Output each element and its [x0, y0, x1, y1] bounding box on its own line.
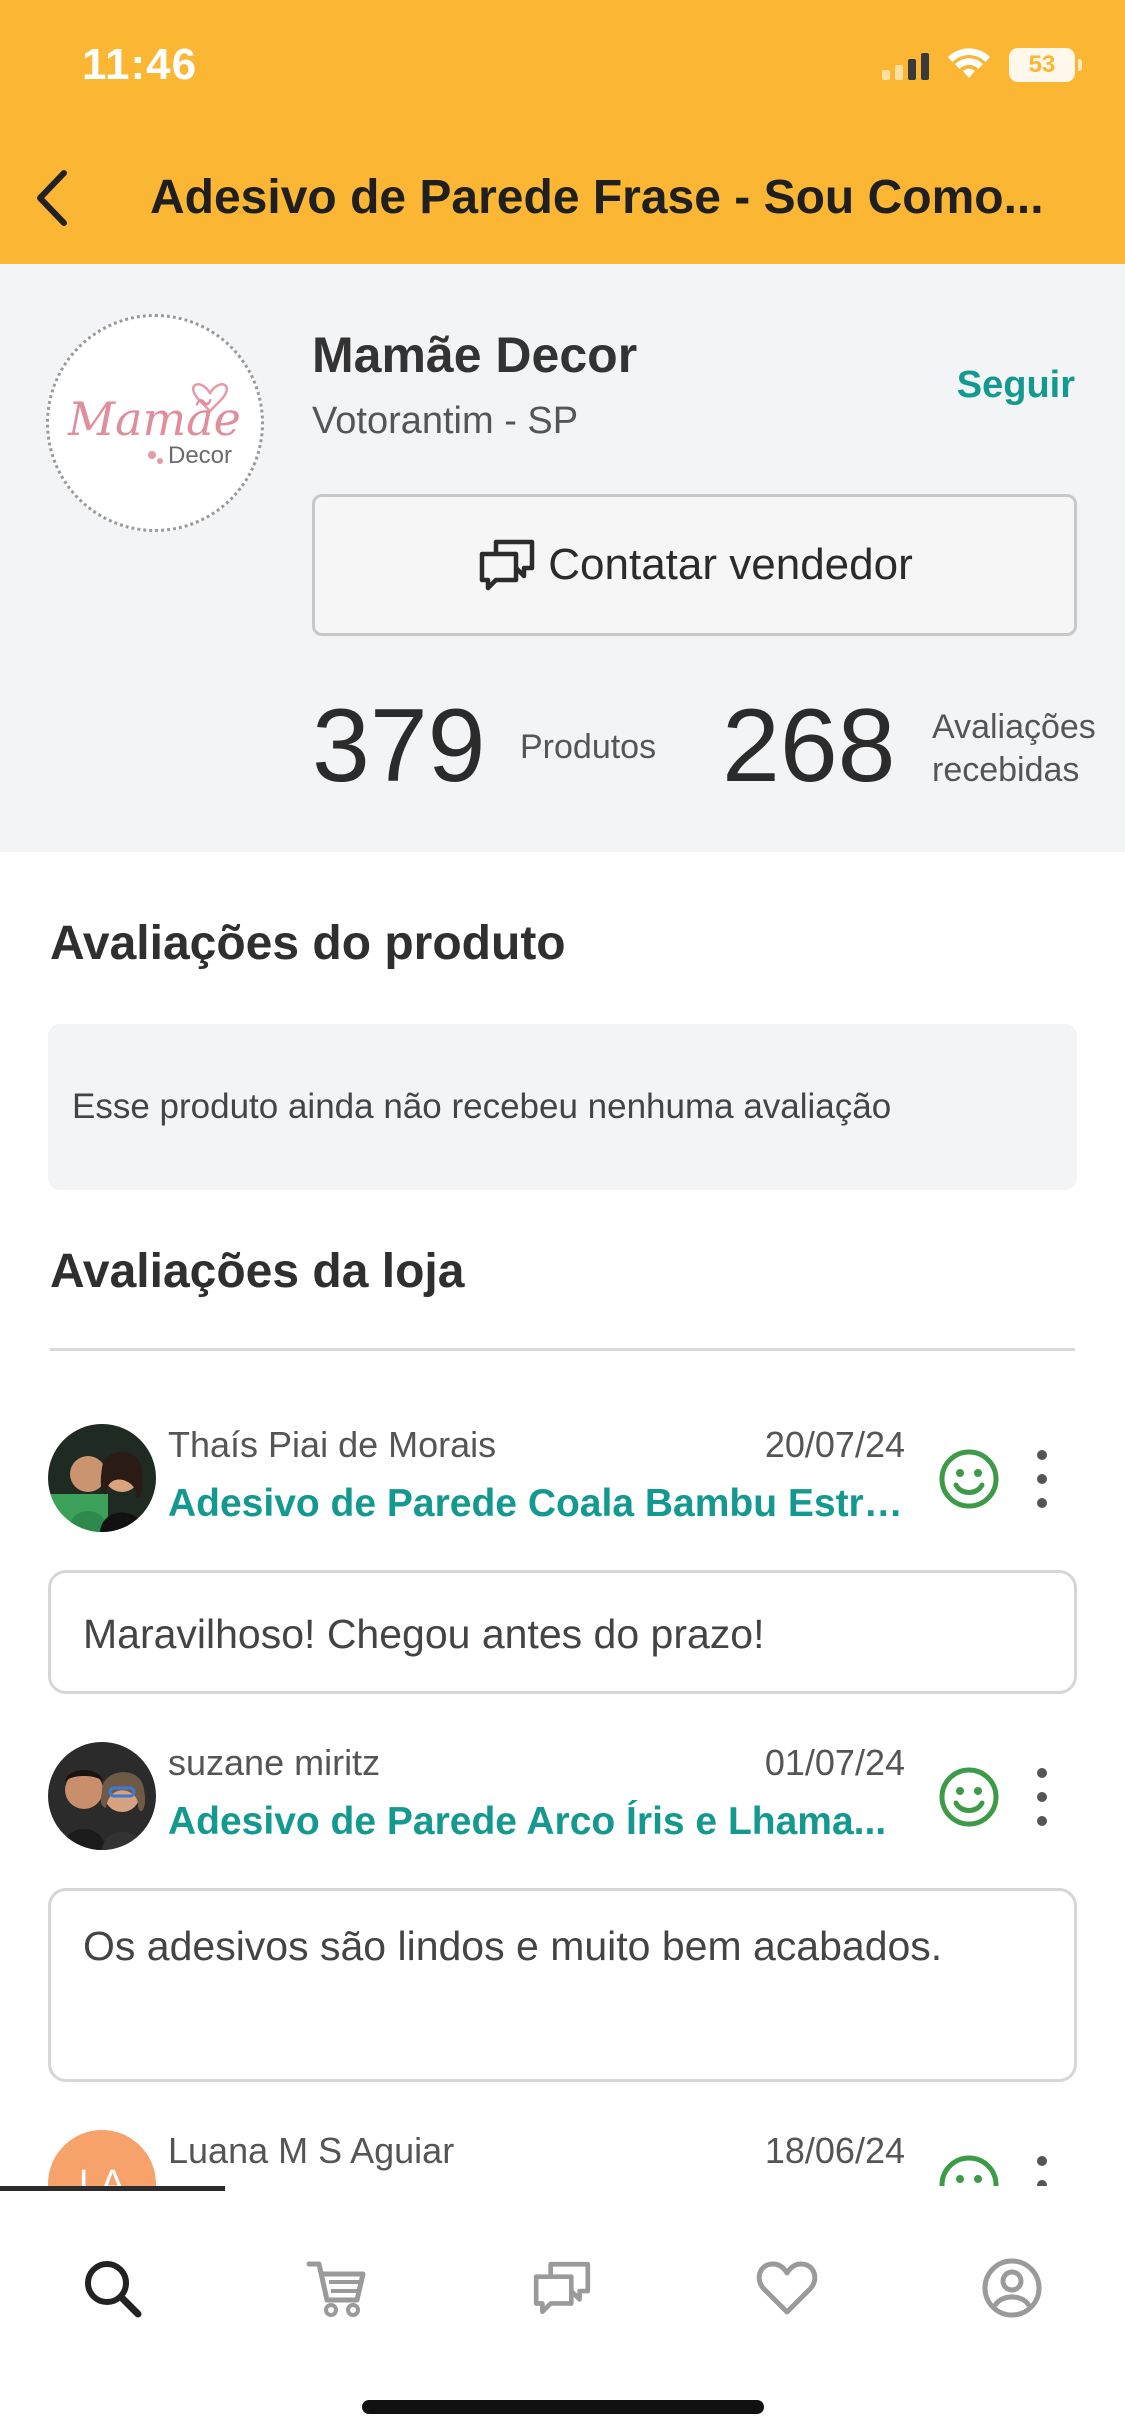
review-date: 20/07/24: [764, 1424, 905, 1465]
search-icon: [85, 2261, 142, 2318]
review-item-clip: LA Luana M S Aguiar 18/06/24: [0, 2130, 1125, 2186]
chat-icon: [533, 2261, 591, 2315]
status-icons: 53: [882, 48, 1082, 82]
review-comment: Maravilhoso! Chegou antes do prazo!: [48, 1570, 1077, 1694]
more-options-icon[interactable]: [1030, 1762, 1054, 1832]
chat-icon: [480, 539, 535, 591]
smiley-icon: [939, 1449, 999, 1509]
review-comment: Os adesivos são lindos e muito bem acaba…: [48, 1888, 1077, 2082]
divider: [50, 1348, 1075, 1351]
profile-icon: [982, 2258, 1042, 2318]
heart-icon: [756, 2261, 818, 2315]
review-product-link[interactable]: Adesivo de Parede Coala Bambu Estre...: [168, 1482, 908, 1526]
active-tab-indicator: [0, 2186, 225, 2191]
avatar: LA: [48, 2130, 156, 2186]
review-item: LA Luana M S Aguiar 18/06/24: [0, 2130, 1125, 2186]
ratings-label-line-2: recebidas: [932, 750, 1080, 789]
avatar: [48, 1742, 156, 1850]
avatar: [48, 1424, 156, 1532]
svg-text:Mamãe: Mamãe: [67, 392, 241, 446]
tab-favorites[interactable]: [747, 2248, 827, 2328]
ratings-label-line-1: Avaliações: [932, 708, 1096, 746]
store-logo[interactable]: Mamãe Decor: [46, 314, 264, 532]
store-reviews-title: Avaliações da loja: [50, 1245, 465, 1298]
store-panel: Mamãe Decor Mamãe Decor Votorantim - SP …: [0, 264, 1125, 852]
review-item: Thaís Piai de Morais 20/07/24 Adesivo de…: [0, 1424, 1125, 1534]
store-location: Votorantim - SP: [312, 400, 579, 442]
store-name[interactable]: Mamãe Decor: [312, 326, 637, 384]
battery-icon: 53: [1009, 48, 1082, 82]
tab-cart[interactable]: [297, 2248, 377, 2328]
products-count: 379: [312, 688, 486, 804]
product-reviews-title: Avaliações do produto: [50, 917, 566, 970]
chevron-left-icon: [37, 170, 67, 226]
contact-seller-label: Contatar vendedor: [548, 540, 913, 589]
svg-text:Decor: Decor: [168, 442, 232, 469]
ratings-label: Avaliações recebidas: [932, 706, 1096, 791]
smiley-icon: [939, 1767, 999, 1827]
app-header: 11:46 53 Adesivo de Parede Frase - Sou C…: [0, 0, 1125, 264]
empty-reviews-message: Esse produto ainda não recebeu nenhuma a…: [48, 1024, 1077, 1190]
ratings-count: 268: [722, 688, 896, 804]
signal-icon: [882, 50, 929, 80]
follow-button[interactable]: Seguir: [957, 364, 1075, 407]
tab-bar: [0, 2186, 1125, 2436]
tab-chat[interactable]: [522, 2248, 602, 2328]
home-indicator: [362, 2400, 764, 2414]
products-label: Produtos: [520, 728, 657, 766]
reviewer-name: Thaís Piai de Morais: [168, 1424, 497, 1465]
status-time: 11:46: [82, 40, 198, 89]
review-item: suzane miritz 01/07/24 Adesivo de Parede…: [0, 1742, 1125, 1852]
review-date: 01/07/24: [764, 1742, 905, 1783]
more-options-icon[interactable]: [1030, 2150, 1054, 2186]
more-options-icon[interactable]: [1030, 1444, 1054, 1514]
contact-seller-button[interactable]: Contatar vendedor: [312, 494, 1077, 636]
tab-profile[interactable]: [972, 2248, 1052, 2328]
tab-search[interactable]: [72, 2248, 152, 2328]
cart-icon: [306, 2261, 366, 2317]
smiley-icon: [939, 2155, 999, 2186]
reviewer-name: suzane miritz: [168, 1742, 381, 1783]
back-button[interactable]: [22, 160, 82, 236]
review-product-link[interactable]: Adesivo de Parede Arco Íris e Lhama...: [168, 1800, 908, 1844]
page-title: Adesivo de Parede Frase - Sou Como...: [150, 171, 1044, 224]
wifi-icon: [948, 48, 990, 78]
reviewer-name: Luana M S Aguiar: [168, 2130, 455, 2171]
review-date: 18/06/24: [764, 2130, 905, 2171]
store-logo-image: Mamãe Decor: [67, 383, 241, 469]
